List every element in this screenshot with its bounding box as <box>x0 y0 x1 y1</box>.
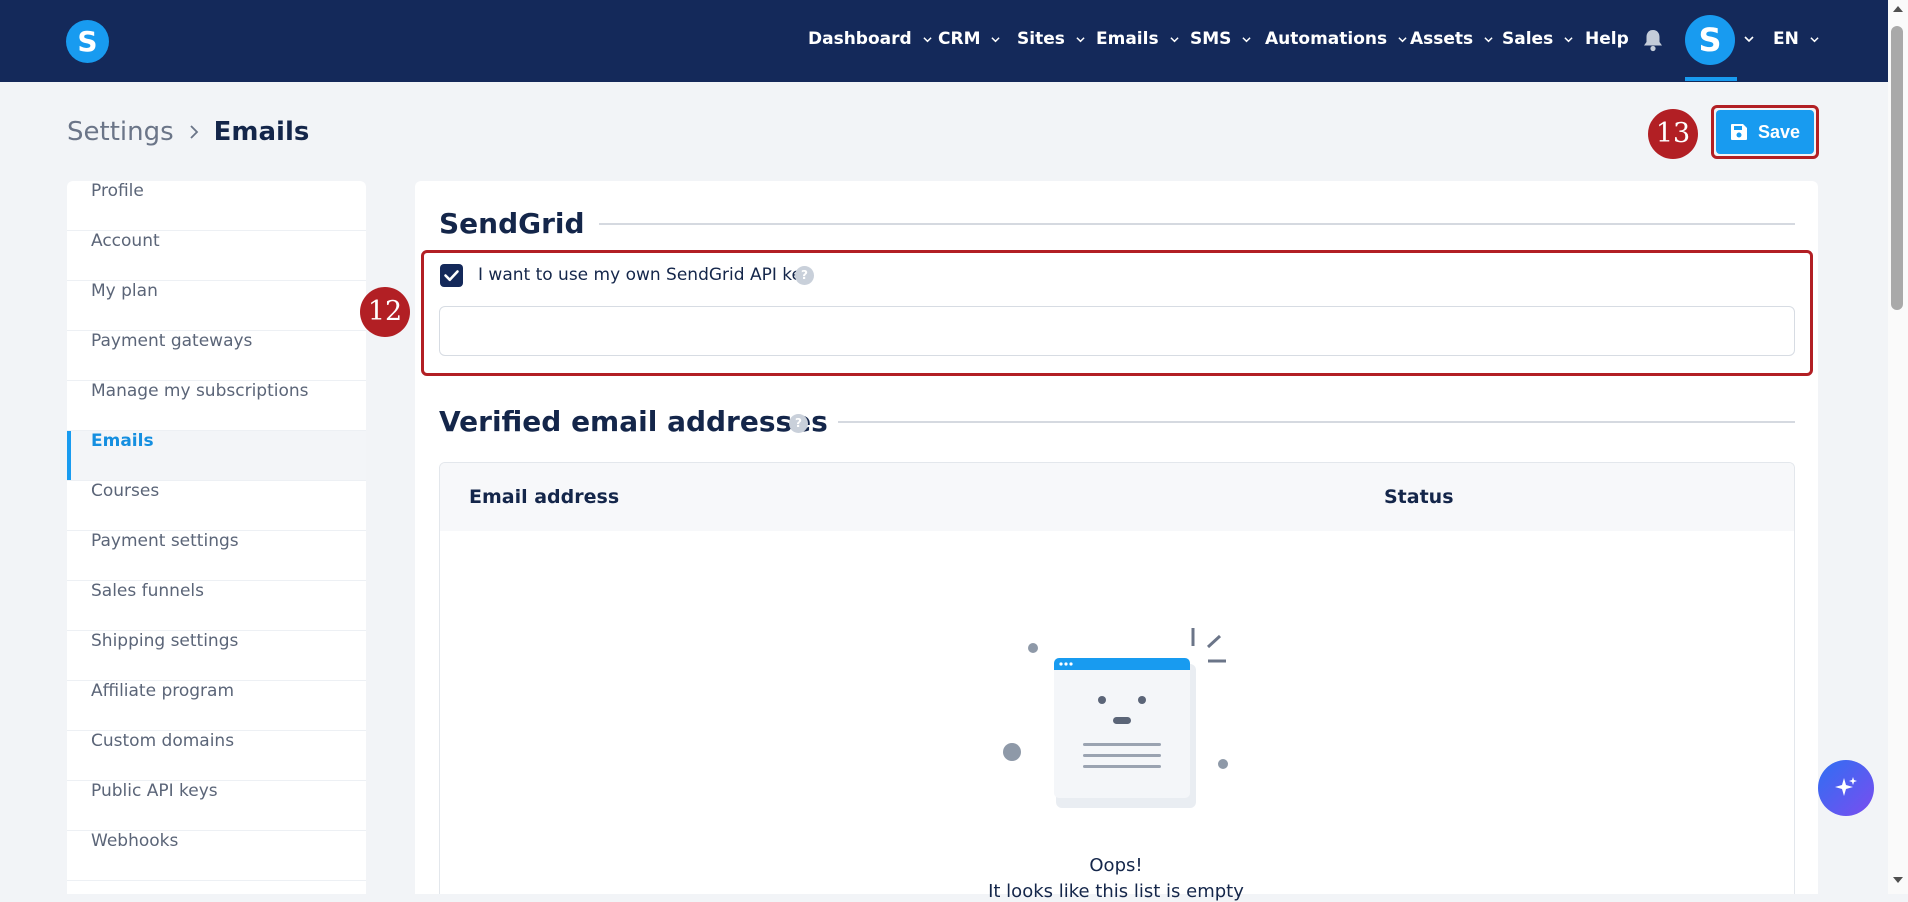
save-button[interactable]: Save <box>1716 110 1814 154</box>
nav-assets[interactable]: Assets <box>1410 27 1493 51</box>
step-marker-13: 13 <box>1648 109 1698 159</box>
chevron-down-icon <box>1076 36 1085 42</box>
settings-sidebar: Profile Account My plan Payment gateways… <box>67 181 366 894</box>
nav-label: Emails <box>1096 29 1159 49</box>
nav-label: Automations <box>1265 29 1388 49</box>
save-icon <box>1730 124 1747 140</box>
nav-label: SMS <box>1190 29 1232 49</box>
chevron-down-icon <box>991 36 1001 42</box>
sidebar-item-my-plan[interactable]: My plan <box>67 281 366 331</box>
breadcrumb: Settings Emails <box>67 117 309 147</box>
language-label: EN <box>1773 29 1799 49</box>
chevron-down-icon <box>1810 36 1819 42</box>
use-own-api-key-label[interactable]: I want to use my own SendGrid API key <box>478 265 812 285</box>
nav-help[interactable]: Help <box>1585 27 1629 51</box>
sidebar-item-emails[interactable]: Emails <box>67 431 366 481</box>
empty-list-illustration <box>1003 628 1228 808</box>
top-navbar: S Dashboard CRM Sites Emails SMS Automat… <box>0 0 1888 82</box>
scroll-down-arrow[interactable] <box>1893 877 1903 883</box>
chevron-down-icon <box>1484 36 1493 42</box>
sidebar-item-payment-gateways[interactable]: Payment gateways <box>67 331 366 381</box>
column-header-email: Email address <box>469 486 620 508</box>
chevron-right-icon <box>190 125 198 139</box>
sidebar-item-manage-subscriptions[interactable]: Manage my subscriptions <box>67 381 366 431</box>
nav-label: Help <box>1585 29 1629 49</box>
chevron-down-icon <box>1398 36 1407 42</box>
save-button-label: Save <box>1757 121 1801 142</box>
step-marker-12: 12 <box>360 287 410 337</box>
nav-sms[interactable]: SMS <box>1190 27 1252 51</box>
check-icon <box>444 270 459 282</box>
verified-emails-title: Verified email addresses <box>439 405 828 438</box>
nav-label: Dashboard <box>808 29 912 49</box>
chevron-down-icon <box>923 36 932 42</box>
avatar-active-indicator <box>1685 77 1737 81</box>
nav-label: Assets <box>1410 29 1474 49</box>
nav-emails[interactable]: Emails <box>1096 27 1179 51</box>
chevron-down-icon <box>1169 36 1179 42</box>
sidebar-item-profile[interactable]: Profile <box>67 181 366 231</box>
nav-label: Sites <box>1017 29 1065 49</box>
help-icon[interactable]: ? <box>789 414 808 433</box>
sidebar-item-sales-funnels[interactable]: Sales funnels <box>67 581 366 631</box>
nav-automations[interactable]: Automations <box>1265 27 1407 51</box>
nav-sales[interactable]: Sales <box>1502 27 1573 51</box>
app-logo[interactable]: S <box>66 20 109 63</box>
sidebar-item-custom-domains[interactable]: Custom domains <box>67 731 366 781</box>
sendgrid-title: SendGrid <box>439 207 585 240</box>
user-avatar[interactable]: S <box>1685 15 1735 65</box>
ai-assistant-button[interactable] <box>1818 760 1874 816</box>
empty-state-message: It looks like this list is empty <box>988 881 1244 902</box>
language-selector[interactable]: EN <box>1773 27 1819 51</box>
empty-state-title: Oops! <box>1089 855 1143 876</box>
scroll-up-arrow[interactable] <box>1893 6 1903 12</box>
section-divider <box>599 223 1795 225</box>
sidebar-item-webhooks[interactable]: Webhooks <box>67 831 366 881</box>
sendgrid-api-key-input[interactable] <box>439 306 1795 356</box>
sidebar-item-courses[interactable]: Courses <box>67 481 366 531</box>
bell-icon[interactable] <box>1642 28 1664 52</box>
sidebar-item-public-api-keys[interactable]: Public API keys <box>67 781 366 831</box>
breadcrumb-settings[interactable]: Settings <box>67 117 174 147</box>
nav-label: CRM <box>938 29 981 49</box>
help-icon[interactable]: ? <box>795 266 814 285</box>
sparkle-icon <box>1835 777 1857 796</box>
use-own-api-key-checkbox[interactable] <box>440 264 463 287</box>
scrollbar-thumb[interactable] <box>1891 26 1903 310</box>
table-header: Email address Status <box>440 463 1794 531</box>
chevron-down-icon[interactable] <box>1744 34 1754 44</box>
sidebar-item-shipping-settings[interactable]: Shipping settings <box>67 631 366 681</box>
section-divider <box>838 421 1795 423</box>
nav-crm[interactable]: CRM <box>938 27 1001 51</box>
nav-sites[interactable]: Sites <box>1017 27 1085 51</box>
chevron-down-icon <box>1242 36 1252 42</box>
sidebar-item-payment-settings[interactable]: Payment settings <box>67 531 366 581</box>
page-title: Emails <box>213 117 310 147</box>
nav-label: Sales <box>1502 29 1554 49</box>
nav-dashboard[interactable]: Dashboard <box>808 27 932 51</box>
sidebar-item-account[interactable]: Account <box>67 231 366 281</box>
column-header-status: Status <box>1384 486 1454 508</box>
chevron-down-icon <box>1564 36 1573 42</box>
sidebar-item-affiliate-program[interactable]: Affiliate program <box>67 681 366 731</box>
